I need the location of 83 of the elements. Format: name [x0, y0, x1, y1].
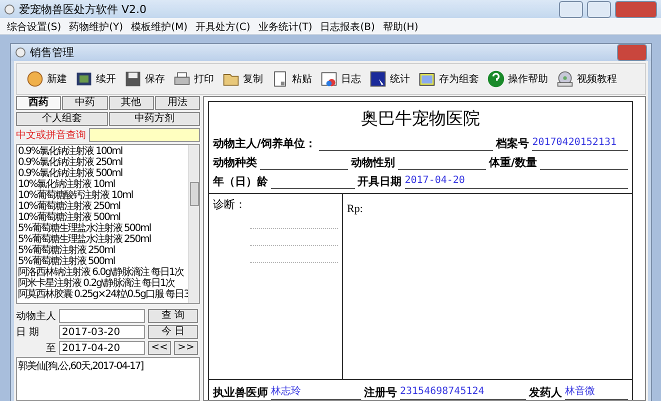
toolbar-button[interactable]: 粘贴	[268, 66, 315, 92]
inner-window-title: 销售管理	[30, 45, 75, 60]
search-field[interactable]	[89, 128, 200, 142]
list-item[interactable]: 阿米卡星注射液 0.2g\静脉滴注 每日1次	[18, 278, 188, 289]
today-button[interactable]: 今 日	[148, 325, 198, 339]
field-label: 体重/数量	[488, 155, 537, 170]
field-label: 动物性别	[350, 155, 395, 170]
toolbar-button[interactable]: 打印	[170, 66, 217, 92]
list-item[interactable]: 10%葡萄糖酸钙注射液 10ml	[18, 190, 188, 201]
field-label: 发药人	[529, 385, 562, 400]
list-item[interactable]: 10%葡萄糖注射液 500ml	[18, 212, 188, 223]
list-item[interactable]: 阿莫西林胶囊 0.25g×24粒\0.5g口服 每日3	[18, 289, 188, 300]
date-label: 日 期	[16, 326, 40, 339]
tab[interactable]: 个人组套	[16, 112, 108, 126]
list-item[interactable]: 10%葡萄糖注射液 250ml	[18, 201, 188, 212]
query-button[interactable]: 查 询	[148, 309, 198, 323]
cursor-icon	[369, 70, 387, 88]
toolbar-button[interactable]: 操作帮助	[484, 66, 551, 92]
date-field[interactable]: 2017-03-20	[59, 325, 145, 339]
menu-item[interactable]: 日志报表(B)	[316, 18, 379, 34]
file-number[interactable]: 20170420152131	[532, 137, 628, 151]
field-label: 动物种类	[213, 155, 257, 170]
list-item[interactable]: 0.9%氯化钠注射液 250ml	[18, 157, 188, 168]
disc-icon	[556, 70, 574, 88]
search-label: 中文或拼音查询	[16, 128, 86, 142]
list-item[interactable]: 郭美仙[狗,公,60天,2017-04-17]	[18, 359, 199, 372]
previous-button[interactable]: <<	[148, 341, 171, 355]
menu-item[interactable]: 药物维护(Y)	[65, 18, 128, 34]
hospital-name: 奥巴牛宠物医院	[360, 108, 481, 131]
issue-date[interactable]: 2017-04-20	[404, 175, 628, 189]
date-field[interactable]: 2017-04-20	[59, 341, 145, 355]
app-icon	[15, 47, 26, 58]
toolbar-button[interactable]: 复制	[219, 66, 266, 92]
scrollbar[interactable]	[188, 145, 199, 303]
printer-icon	[173, 70, 191, 88]
minimize-button[interactable]	[559, 0, 583, 18]
menu-item[interactable]: 业务统计(T)	[254, 18, 316, 34]
paper-icon	[271, 70, 289, 88]
tab[interactable]: 中药方剂	[108, 112, 200, 126]
registration-number[interactable]: 23154698745124	[400, 386, 526, 400]
list-item[interactable]: 5%葡萄糖生理盐水注射液 250ml	[18, 234, 188, 245]
toolbar-button[interactable]: 续开	[72, 66, 119, 92]
toolbar-button[interactable]: 日志	[317, 66, 364, 92]
rp-label: Rp:	[347, 203, 363, 215]
menu-item[interactable]: 模板维护(M)	[127, 18, 192, 34]
picture-icon	[75, 70, 93, 88]
vet-name[interactable]: 林志玲	[271, 386, 361, 400]
menu-item[interactable]: 帮助(H)	[378, 18, 422, 34]
tab[interactable]: 用法	[154, 96, 200, 110]
toolbar-button[interactable]: 视频教程	[553, 66, 620, 92]
maximize-button[interactable]	[587, 0, 611, 18]
window-title: 爱宠物兽医处方软件 V2.0	[19, 2, 148, 16]
dispenser-name[interactable]: 林音微	[565, 386, 628, 400]
list-item[interactable]: 0.9%氯化钠注射液 500ml	[18, 168, 188, 179]
owner-label: 动物主人	[16, 310, 56, 323]
field-label: 执业兽医师	[213, 385, 268, 400]
toolbar-button[interactable]: 存为组套	[415, 66, 482, 92]
list-item[interactable]: 10%氯化钠注射液 10ml	[18, 179, 188, 190]
diagnosis-label: 诊断：	[213, 197, 246, 212]
menu-item[interactable]: 开具处方(C)	[192, 18, 254, 34]
app-icon	[4, 4, 15, 14]
tab[interactable]: 其他	[108, 96, 154, 110]
next-button[interactable]: >>	[174, 341, 198, 355]
field-label: 动物主人/饲养单位：	[213, 136, 316, 151]
list-item[interactable]: 5%葡萄糖注射液 500ml	[18, 256, 188, 267]
list-item[interactable]: 5%葡萄糖注射液 250ml	[18, 245, 188, 256]
list-item[interactable]: 5%葡萄糖生理盐水注射液 500ml	[18, 223, 188, 234]
close-button[interactable]	[615, 0, 657, 18]
field-label: 年（日）龄	[213, 174, 268, 189]
field-label: 注册号	[364, 385, 397, 400]
tab[interactable]: 中药	[62, 96, 108, 110]
to-label: 至	[45, 342, 56, 355]
owner-field[interactable]	[59, 309, 145, 323]
list-item[interactable]: 阿洛西林钠注射液 6.0g\静脉滴注 每日1次	[18, 267, 188, 278]
field-label: 档案号	[496, 136, 530, 151]
menu-item[interactable]: 综合设置(S)	[3, 18, 66, 34]
toolbar-button[interactable]: 统计	[366, 66, 413, 92]
tab[interactable]: 西药	[16, 96, 62, 110]
toolbar-button[interactable]: 新建	[23, 66, 70, 92]
help-icon	[487, 70, 505, 88]
field-label: 开具日期	[358, 174, 402, 189]
toolbar-button[interactable]: 保存	[121, 66, 168, 92]
list-item[interactable]: 0.9%氯化钠注射液 100ml	[18, 146, 188, 157]
